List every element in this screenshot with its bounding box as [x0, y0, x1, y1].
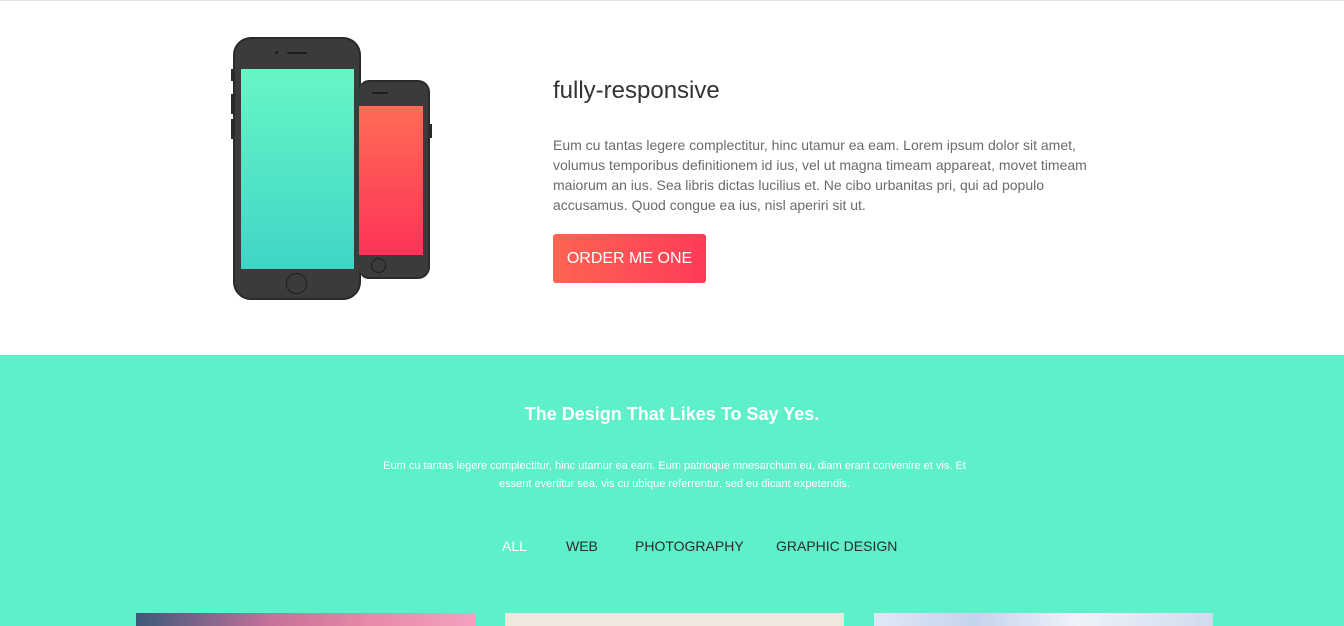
filter-web[interactable]: WEB — [566, 538, 598, 554]
phone-side-button — [231, 119, 233, 139]
phone-side-button — [430, 124, 432, 138]
filter-graphic-design[interactable]: GRAPHIC DESIGN — [776, 538, 897, 554]
portfolio-filter-nav: ALL WEB PHOTOGRAPHY GRAPHIC DESIGN — [0, 538, 1344, 560]
phone-small-image — [359, 80, 432, 279]
phone-large-image — [231, 37, 361, 300]
phone-screen — [359, 106, 423, 255]
phone-home-button — [286, 273, 307, 294]
portfolio-section: The Design That Likes To Say Yes. Eum cu… — [0, 355, 1344, 626]
hero-section: fully-responsive Eum cu tantas legere co… — [0, 1, 1344, 355]
phone-home-button — [371, 258, 386, 273]
phone-speaker — [287, 52, 307, 54]
portfolio-thumbnail[interactable] — [874, 613, 1213, 626]
phone-screen — [241, 69, 354, 269]
hero-title: fully-responsive — [553, 77, 720, 104]
order-me-one-button[interactable]: ORDER ME ONE — [553, 234, 706, 283]
filter-all[interactable]: ALL — [502, 538, 527, 554]
phone-speaker — [372, 92, 388, 94]
hero-description: Eum cu tantas legere complectitur, hinc … — [553, 137, 1087, 213]
phone-side-button — [231, 69, 233, 81]
portfolio-title: The Design That Likes To Say Yes. — [524, 404, 820, 424]
phone-side-button — [231, 94, 233, 114]
portfolio-thumbnail[interactable] — [505, 613, 844, 626]
phone-camera — [275, 51, 278, 54]
portfolio-description: Eum cu tantas legere complectitur, hinc … — [383, 460, 966, 490]
portfolio-thumbnail[interactable] — [136, 613, 475, 626]
filter-photography[interactable]: PHOTOGRAPHY — [635, 538, 744, 554]
